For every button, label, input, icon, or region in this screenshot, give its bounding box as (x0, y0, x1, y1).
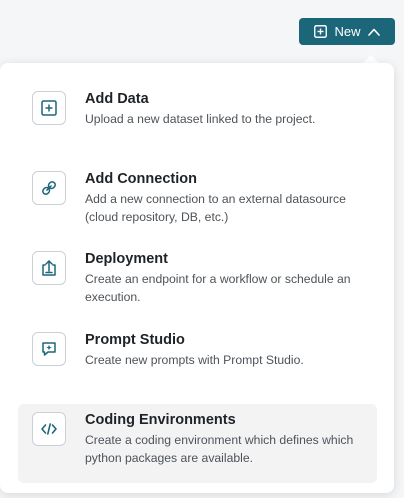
menu-item-title: Coding Environments (85, 412, 236, 428)
menu-item-description: Create new prompts with Prompt Studio. (85, 353, 304, 367)
deploy-icon (32, 251, 66, 285)
menu-item-description: Create a coding environment which define… (85, 433, 354, 465)
link-icon (32, 171, 66, 205)
menu-item-title: Prompt Studio (85, 332, 185, 348)
menu-item-description: Create an endpoint for a workflow or sch… (85, 272, 351, 304)
menu-item-title: Add Connection (85, 171, 197, 187)
plus-square-icon (314, 25, 328, 38)
chevron-up-icon (367, 28, 380, 36)
chat-sparkle-icon (32, 332, 66, 366)
new-button[interactable]: New (299, 18, 395, 45)
menu-item-description: Upload a new dataset linked to the proje… (85, 112, 316, 126)
menu-item-title: Add Data (85, 91, 149, 107)
new-button-label: New (334, 24, 361, 39)
code-icon (32, 412, 66, 446)
menu-item-add-data[interactable]: Add Data Upload a new dataset linked to … (18, 91, 377, 135)
menu-item-title: Deployment (85, 251, 168, 267)
menu-item-description: Add a new connection to an external data… (85, 192, 346, 224)
menu-item-add-connection[interactable]: Add Connection Add a new connection to a… (18, 171, 377, 225)
plus-square-icon (32, 91, 66, 125)
menu-item-prompt-studio[interactable]: Prompt Studio Create new prompts with Pr… (18, 332, 377, 376)
menu-item-coding-environments[interactable]: Coding Environments Create a coding envi… (18, 404, 377, 483)
menu-item-deployment[interactable]: Deployment Create an endpoint for a work… (18, 251, 377, 305)
